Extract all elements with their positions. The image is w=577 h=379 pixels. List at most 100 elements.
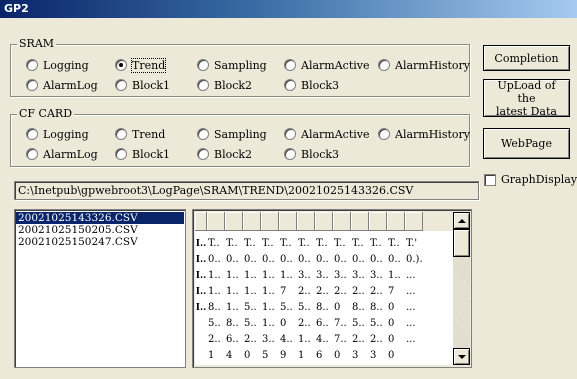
grid-column-header[interactable] xyxy=(195,212,207,231)
radio-dot-icon[interactable] xyxy=(197,59,209,71)
grid-cell[interactable]: 5.. xyxy=(369,316,387,332)
grid-cell[interactable]: 0 xyxy=(387,332,405,348)
grid-cell[interactable]: 1.. xyxy=(243,268,261,284)
grid-cell[interactable]: 1.. xyxy=(261,268,279,284)
grid-cell[interactable]: 1.. xyxy=(261,316,279,332)
grid-cell[interactable]: 0.. xyxy=(261,252,279,268)
grid-cell[interactable]: ... xyxy=(405,268,423,284)
grid-cell[interactable] xyxy=(405,348,423,364)
grid-cell[interactable]: ... xyxy=(405,332,423,348)
grid-cell[interactable]: 3.. xyxy=(369,268,387,284)
grid-cell[interactable]: 3.. xyxy=(261,332,279,348)
grid-cell[interactable]: 0.. xyxy=(297,252,315,268)
grid-cell[interactable]: 1.. xyxy=(225,284,243,300)
radio-dot-icon[interactable] xyxy=(115,79,127,91)
grid-cell[interactable]: T.. xyxy=(369,236,387,252)
sram-radio-trend[interactable]: Trend xyxy=(115,57,167,73)
radio-dot-icon[interactable] xyxy=(115,59,127,71)
grid-cell[interactable]: 1 xyxy=(207,348,225,364)
grid-cell[interactable]: 3.. xyxy=(315,268,333,284)
radio-dot-icon[interactable] xyxy=(284,148,296,160)
grid-row[interactable]: I.. 1.. 1.. 1.. 1.. 7 2.. 2.. 2.. 2.. 2.. 7... xyxy=(195,284,453,300)
sram-radio-block1[interactable]: Block1 xyxy=(115,78,170,92)
grid-cell[interactable]: T.. xyxy=(351,236,369,252)
grid-cell[interactable]: T.. xyxy=(243,236,261,252)
grid-row[interactable]: 2.. 6.. 2.. 3.. 4.. 1.. 4.. 7.. 2.. 2.. 0... xyxy=(195,332,453,348)
sram-radio-block3[interactable]: Block3 xyxy=(284,78,339,92)
completion-button[interactable]: Completion xyxy=(483,45,570,71)
grid-cell[interactable]: 3.. xyxy=(297,268,315,284)
grid-cell[interactable]: T.. xyxy=(207,236,225,252)
grid-cell[interactable]: 5.. xyxy=(351,316,369,332)
grid-column-header[interactable] xyxy=(315,212,333,231)
grid-row[interactable]: I.. 0.. 0.. 0.. 0.. 0.. 0.. 0.. 0.. 0.. 0.. 0.. 0.). xyxy=(195,252,453,268)
radio-dot-icon[interactable] xyxy=(378,59,390,71)
grid-cell[interactable]: 0 xyxy=(387,348,405,364)
grid-cell[interactable]: 0.. xyxy=(225,252,243,268)
grid-cell[interactable]: 7.. xyxy=(333,332,351,348)
grid-column-header[interactable] xyxy=(225,212,243,231)
grid-cell[interactable]: 6.. xyxy=(315,316,333,332)
grid-cell[interactable]: 0.. xyxy=(369,252,387,268)
file-list-item[interactable]: 20021025150205.CSV xyxy=(16,224,184,236)
grid-cell[interactable]: 1.. xyxy=(261,300,279,316)
cfcard-radio-alarmhistory[interactable]: AlarmHistory xyxy=(378,127,470,141)
sram-radio-alarmlog[interactable]: AlarmLog xyxy=(26,78,98,92)
grid-column-header[interactable] xyxy=(207,212,225,231)
webpage-button[interactable]: WebPage xyxy=(483,128,570,159)
grid-cell[interactable]: 0.. xyxy=(243,252,261,268)
grid-cell[interactable]: T.. xyxy=(387,236,405,252)
grid-cell[interactable]: 0 xyxy=(333,300,351,316)
radio-dot-icon[interactable] xyxy=(115,128,127,140)
grid-cell[interactable]: 8.. xyxy=(207,300,225,316)
file-path-field[interactable]: C:\Inetpub\gpwebroot3\LogPage\SRAM\TREND… xyxy=(14,181,479,200)
grid-cell[interactable]: 5.. xyxy=(279,300,297,316)
file-list[interactable]: 20021025143326.CSV 20021025150205.CSV 20… xyxy=(14,209,186,368)
cfcard-radio-block3[interactable]: Block3 xyxy=(284,147,339,161)
grid-cell[interactable]: 7.. xyxy=(333,316,351,332)
grid-column-header[interactable] xyxy=(279,212,297,231)
grid-cell[interactable]: 2.. xyxy=(369,284,387,300)
grid-cell[interactable]: 4 xyxy=(225,348,243,364)
grid-cell[interactable]: 2.. xyxy=(315,284,333,300)
radio-dot-icon[interactable] xyxy=(197,128,209,140)
grid-cell[interactable]: 5.. xyxy=(243,316,261,332)
grid-column-header[interactable] xyxy=(369,212,387,231)
upload-latest-data-button[interactable]: UpLoad of the latest Data xyxy=(483,79,570,118)
radio-dot-icon[interactable] xyxy=(26,59,38,71)
grid-column-header[interactable] xyxy=(333,212,351,231)
scroll-down-button[interactable] xyxy=(453,348,470,365)
file-list-item[interactable]: 20021025150247.CSV xyxy=(16,236,184,248)
grid-cell[interactable]: 4.. xyxy=(279,332,297,348)
grid-row[interactable]: I.. 1.. 1.. 1.. 1.. 1.. 3.. 3.. 3.. 3.. 3.. 1..... xyxy=(195,268,453,284)
grid-cell[interactable]: 1 xyxy=(297,348,315,364)
scroll-up-button[interactable] xyxy=(453,212,470,229)
radio-dot-icon[interactable] xyxy=(26,148,38,160)
radio-dot-icon[interactable] xyxy=(197,148,209,160)
grid-cell[interactable]: T.. xyxy=(261,236,279,252)
grid-cell[interactable]: T.. xyxy=(315,236,333,252)
radio-dot-icon[interactable] xyxy=(26,79,38,91)
grid-cell[interactable]: 0.. xyxy=(207,252,225,268)
grid-column-header[interactable] xyxy=(297,212,315,231)
grid-cell[interactable]: 6 xyxy=(315,348,333,364)
grid-cell[interactable]: 1.. xyxy=(225,268,243,284)
cfcard-radio-trend[interactable]: Trend xyxy=(115,127,165,141)
grid-row[interactable]: 5.. 8.. 5.. 1.. 0 2.. 6.. 7.. 5.. 5.. 0... xyxy=(195,316,453,332)
grid-cell[interactable]: 8.. xyxy=(225,316,243,332)
grid-row[interactable]: I.. T.. T.. T.. T.. T.. T.. T.. T.. T.. T.. T.. T.' xyxy=(195,236,453,252)
grid-cell[interactable]: T.. xyxy=(279,236,297,252)
grid-cell[interactable]: 2.. xyxy=(243,332,261,348)
graph-display-checkbox[interactable]: GraphDisplay xyxy=(484,173,577,186)
grid-cell[interactable]: 6.. xyxy=(225,332,243,348)
cfcard-radio-logging[interactable]: Logging xyxy=(26,127,89,141)
data-grid[interactable]: I.. T.. T.. T.. T.. T.. T.. T.. T.. T.. T.. T.. T.' I… xyxy=(192,209,472,368)
grid-cell[interactable]: T.' xyxy=(405,236,423,252)
sram-radio-logging[interactable]: Logging xyxy=(26,58,89,72)
grid-cell[interactable]: 0.. xyxy=(333,252,351,268)
sram-radio-sampling[interactable]: Sampling xyxy=(197,58,267,72)
grid-cell[interactable]: 1.. xyxy=(225,300,243,316)
grid-cell[interactable]: 7 xyxy=(279,284,297,300)
sram-radio-block2[interactable]: Block2 xyxy=(197,78,252,92)
grid-cell[interactable]: 2.. xyxy=(351,284,369,300)
